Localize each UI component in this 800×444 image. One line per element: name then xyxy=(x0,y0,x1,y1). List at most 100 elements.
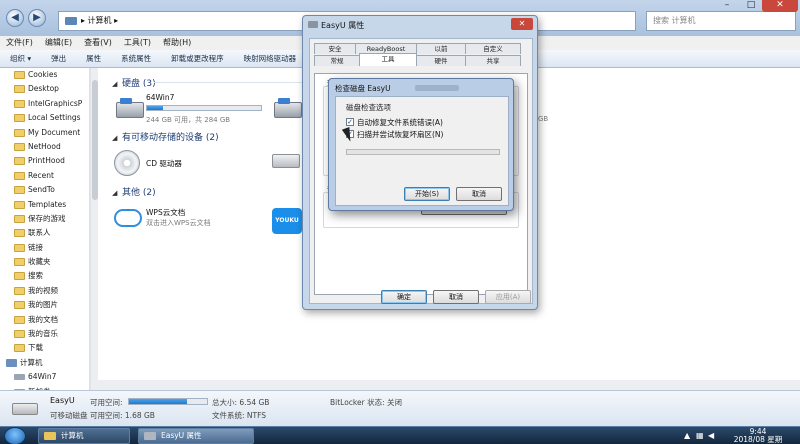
ok-button[interactable]: 确定 xyxy=(381,290,427,304)
folder-icon xyxy=(14,200,25,209)
search-input[interactable]: 搜索 计算机 xyxy=(646,11,796,31)
apply-button[interactable]: 应用(A) xyxy=(485,290,531,304)
menu-edit[interactable]: 编辑(E) xyxy=(45,36,72,50)
nav-item-label: 我的视频 xyxy=(28,285,58,295)
clock[interactable]: 9:44 2018/08 星期 xyxy=(728,428,788,444)
details-usage-fill xyxy=(129,399,187,404)
nav-item-label: 我的图片 xyxy=(28,300,58,310)
section-removable[interactable]: ◢ 有可移动存储的设备 (2) xyxy=(112,130,219,143)
map-drive-button[interactable]: 映射网络驱动器 xyxy=(244,50,297,67)
check-disk-title: 检查磁盘 EasyU xyxy=(335,84,391,93)
wps-sub: 双击进入WPS云文档 xyxy=(146,219,211,227)
youku-icon[interactable]: YOUKU xyxy=(272,208,302,234)
tab-previous[interactable]: 以前 xyxy=(416,43,466,54)
nav-item[interactable]: Local Settings xyxy=(0,111,89,125)
close-icon[interactable]: ✕ xyxy=(762,0,798,12)
start-button[interactable]: 开始(S) xyxy=(404,187,450,201)
nav-computer[interactable]: 计算机 xyxy=(0,356,89,370)
nav-item[interactable]: 下载 xyxy=(0,341,89,355)
computer-icon xyxy=(6,358,17,367)
taskbar-properties-button[interactable]: EasyU 属性 xyxy=(138,428,254,444)
check-progress-bar xyxy=(346,149,500,155)
nav-drive[interactable]: 64Win7 xyxy=(0,370,89,384)
start-orb-icon[interactable] xyxy=(4,427,26,444)
folder-icon xyxy=(14,243,25,252)
nav-item[interactable]: NetHood xyxy=(0,140,89,154)
uninstall-button[interactable]: 卸载或更改程序 xyxy=(171,50,224,67)
nav-scrollbar[interactable] xyxy=(90,68,98,390)
maximize-icon[interactable]: □ xyxy=(740,0,762,12)
tab-hardware[interactable]: 硬件 xyxy=(416,55,466,66)
nav-item[interactable]: 我的图片 xyxy=(0,298,89,312)
hard-drive-icon-2[interactable] xyxy=(274,98,302,118)
system-properties-button[interactable]: 系统属性 xyxy=(121,50,151,67)
nav-item[interactable]: 我的视频 xyxy=(0,284,89,298)
nav-item[interactable]: PrintHood xyxy=(0,154,89,168)
drive-icon xyxy=(308,21,318,28)
section-other[interactable]: ◢ 其他 (2) xyxy=(112,185,156,198)
nav-item-label: Templates xyxy=(28,199,67,209)
computer-icon xyxy=(65,17,77,25)
forward-arrow-icon[interactable]: ▶ xyxy=(28,9,46,27)
usb-drive-icon-large xyxy=(12,403,38,415)
details-free: 可用空间: 1.68 GB xyxy=(90,411,155,420)
organize-button[interactable]: 组织 ▾ xyxy=(10,50,31,67)
nav-item[interactable]: 链接 xyxy=(0,241,89,255)
volume-icon[interactable]: ◀ xyxy=(708,431,714,440)
taskbar-explorer-button[interactable]: 计算机 xyxy=(38,428,130,444)
menu-file[interactable]: 文件(F) xyxy=(6,36,33,50)
details-type: 可移动磁盘 xyxy=(50,411,88,420)
title-blur xyxy=(415,85,459,91)
collapse-icon: ◢ xyxy=(112,189,118,197)
tab-sharing[interactable]: 共享 xyxy=(465,55,521,66)
cloud-icon xyxy=(114,209,142,227)
nav-item[interactable]: Recent xyxy=(0,169,89,183)
eject-button[interactable]: 弹出 xyxy=(51,50,66,67)
tab-security[interactable]: 安全 xyxy=(314,43,356,54)
menu-view[interactable]: 查看(V) xyxy=(84,36,112,50)
nav-item[interactable]: 收藏夹 xyxy=(0,255,89,269)
menu-help[interactable]: 帮助(H) xyxy=(163,36,191,50)
tab-general[interactable]: 常规 xyxy=(314,55,360,66)
nav-item[interactable]: Templates xyxy=(0,198,89,212)
nav-item-label: 搜索 xyxy=(28,271,43,281)
usb-drive-icon[interactable] xyxy=(272,154,300,168)
minimize-icon[interactable]: – xyxy=(716,0,738,12)
section-hdd[interactable]: ◢ 硬盘 (3) xyxy=(112,76,156,89)
tray-up-arrow-icon[interactable]: ▲ xyxy=(684,431,690,440)
folder-icon xyxy=(14,301,25,310)
nav-item[interactable]: 我的音乐 xyxy=(0,327,89,341)
nav-item-label: 保存的游戏 xyxy=(28,213,66,223)
back-arrow-icon[interactable]: ◀ xyxy=(6,9,24,27)
nav-item[interactable]: Cookies xyxy=(0,68,89,82)
check-disk-body: 磁盘检查选项 ✓ 自动修复文件系统错误(A) ✓ 扫描并尝试恢复坏扇区(N) 开… xyxy=(335,96,509,206)
nav-item[interactable]: IntelGraphicsP xyxy=(0,97,89,111)
nav-item[interactable]: 联系人 xyxy=(0,226,89,240)
nav-item-label: Local Settings xyxy=(28,113,81,123)
nav-item-label: My Document xyxy=(28,127,81,137)
details-bitlocker: BitLocker 状态: 关闭 xyxy=(330,398,402,407)
nav-item[interactable]: 保存的游戏 xyxy=(0,212,89,226)
section-removable-label: 有可移动存储的设备 (2) xyxy=(122,133,219,143)
folder-icon xyxy=(14,272,25,281)
folder-icon xyxy=(44,432,56,440)
nav-item[interactable]: 我的文档 xyxy=(0,313,89,327)
nav-item[interactable]: Desktop xyxy=(0,82,89,96)
nav-item[interactable]: SendTo xyxy=(0,183,89,197)
properties-button[interactable]: 属性 xyxy=(86,50,101,67)
properties-title: EasyU 属性 xyxy=(321,21,365,30)
options-group-label: 磁盘检查选项 xyxy=(346,103,391,112)
nav-item[interactable]: 搜索 xyxy=(0,269,89,283)
cancel-button[interactable]: 取消 xyxy=(433,290,479,304)
tab-tools[interactable]: 工具 xyxy=(359,53,417,66)
nav-item[interactable]: My Document xyxy=(0,126,89,140)
nav-item-label: PrintHood xyxy=(28,156,65,166)
nav-item-label: Desktop xyxy=(28,84,59,94)
auto-fix-checkbox[interactable]: ✓ xyxy=(346,118,354,126)
tab-customize[interactable]: 自定义 xyxy=(465,43,521,54)
content-hscrollbar[interactable] xyxy=(98,380,800,390)
check-cancel-button[interactable]: 取消 xyxy=(456,187,502,201)
network-icon[interactable]: ▦ xyxy=(696,431,704,440)
close-icon[interactable]: ✕ xyxy=(511,18,533,30)
menu-tools[interactable]: 工具(T) xyxy=(124,36,151,50)
